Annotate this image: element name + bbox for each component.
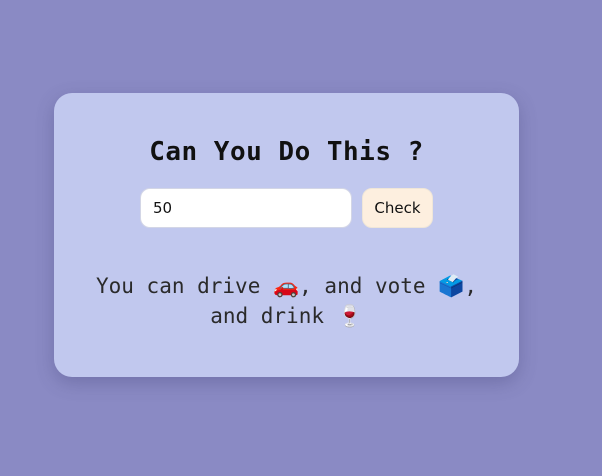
age-check-card: Can You Do This ? Check You can drive 🚗,… bbox=[54, 93, 519, 377]
age-input[interactable] bbox=[140, 188, 352, 228]
page-title: Can You Do This ? bbox=[149, 137, 424, 167]
result-message: You can drive 🚗, and vote 🗳️, and drink … bbox=[95, 274, 477, 328]
check-button[interactable]: Check bbox=[362, 188, 433, 228]
